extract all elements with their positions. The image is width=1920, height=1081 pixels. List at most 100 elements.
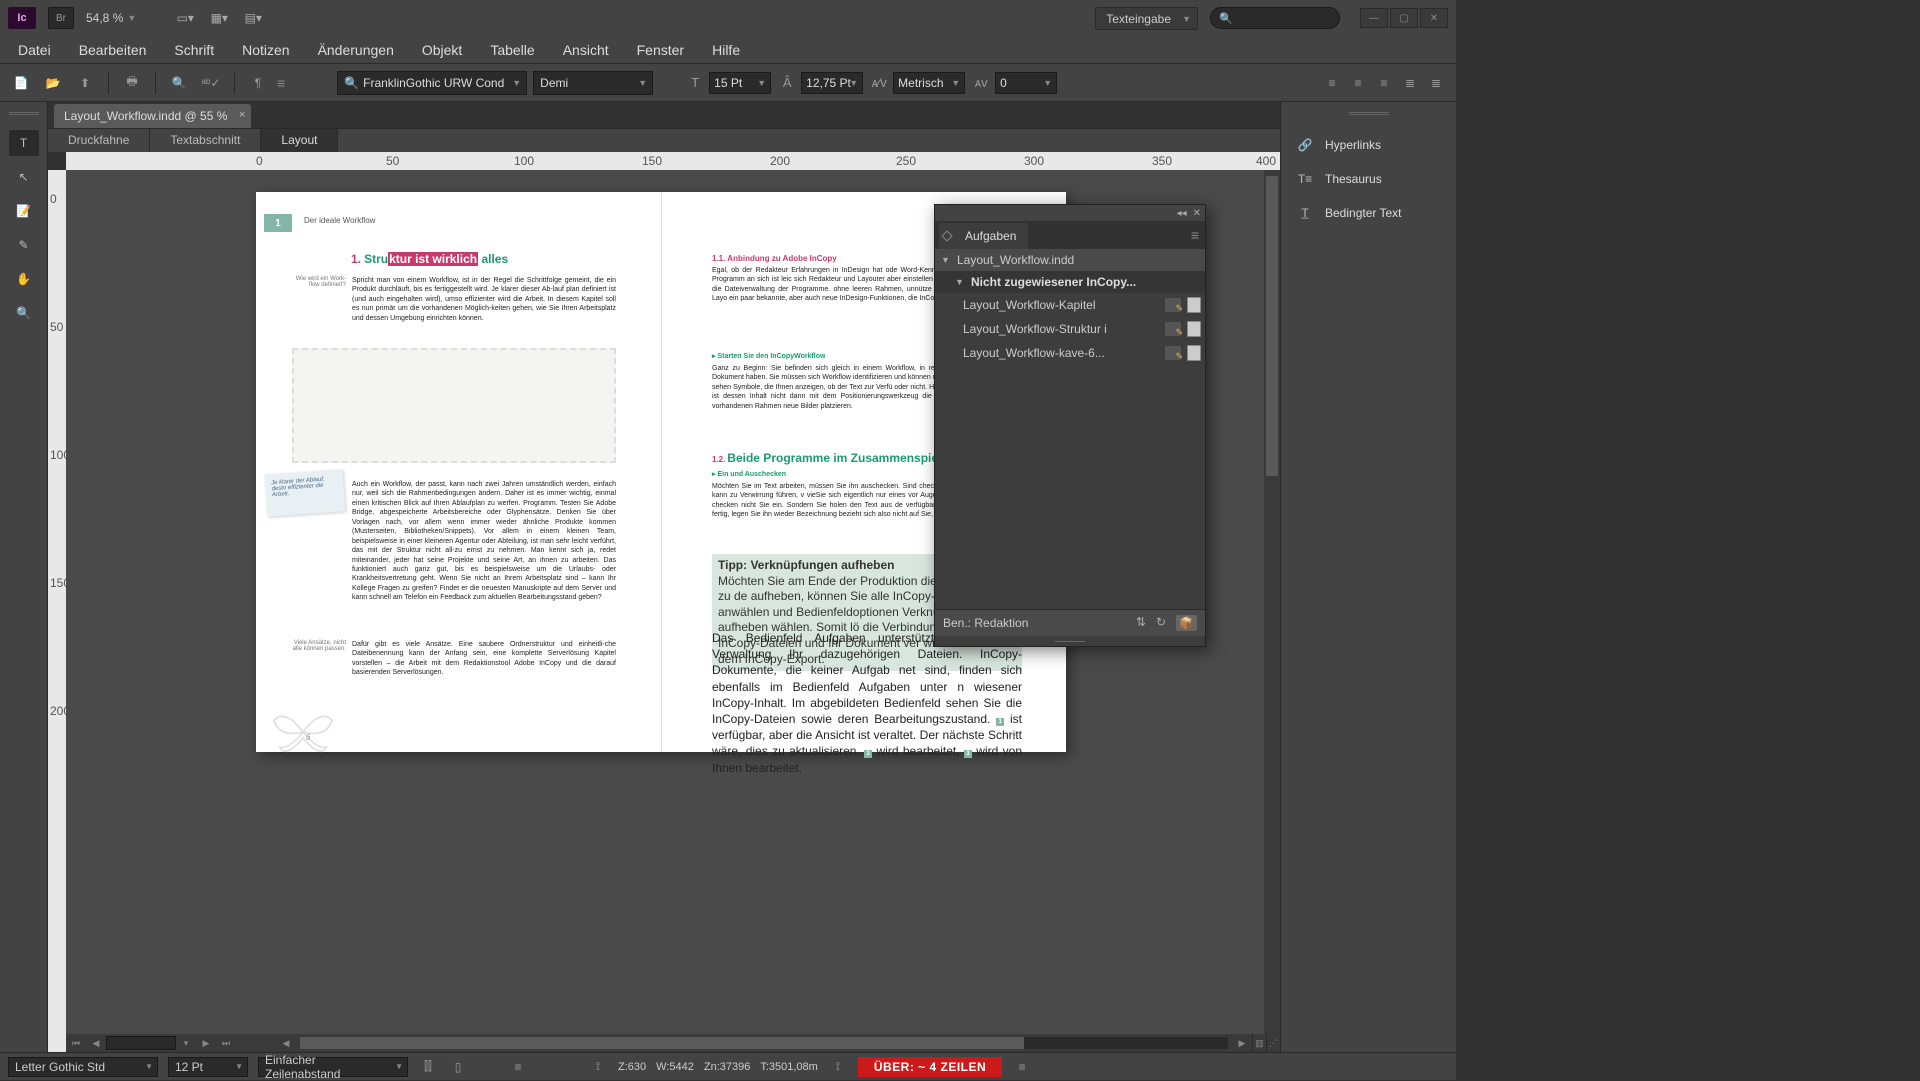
menu-hilfe[interactable]: Hilfe xyxy=(698,38,754,62)
horizontal-scrollbar[interactable] xyxy=(300,1037,1228,1049)
font-family-select[interactable]: 🔍 FranklinGothic URW Cond ▼ xyxy=(337,71,527,95)
menu-tabelle[interactable]: Tabelle xyxy=(476,38,548,62)
menu-notizen[interactable]: Notizen xyxy=(228,38,303,62)
body-p1: Spricht man von einem Workflow, ist in d… xyxy=(352,276,616,323)
last-page-button[interactable]: ⏭ xyxy=(216,1035,236,1051)
stat-t: T:3501,08m xyxy=(760,1061,817,1073)
align-center-button[interactable]: ≡ xyxy=(1346,72,1370,94)
panel-tab-aufgaben[interactable]: Aufgaben xyxy=(939,223,1028,249)
spellcheck-icon[interactable]: ᵃᵇ✓ xyxy=(198,71,224,95)
tree-root[interactable]: ▼ Layout_Workflow.indd xyxy=(935,249,1205,271)
collapse-icon[interactable]: ◂◂ xyxy=(1177,208,1187,219)
menu-bearbeiten[interactable]: Bearbeiten xyxy=(65,38,161,62)
chevron-down-icon: ▼ xyxy=(1182,14,1191,24)
resize-handle[interactable] xyxy=(935,636,1205,646)
assignments-panel[interactable]: ◂◂ ✕ Aufgaben ≡ ▼ Layout_Workflow.indd ▼… xyxy=(934,204,1206,647)
disclosure-icon[interactable]: ▼ xyxy=(955,277,965,287)
butterfly-graphic xyxy=(268,702,338,762)
status-font-select[interactable]: Letter Gothic Std▼ xyxy=(8,1057,158,1077)
align-right-button[interactable]: ≡ xyxy=(1372,72,1396,94)
menu-fenster[interactable]: Fenster xyxy=(623,38,698,62)
horizontal-ruler: 0 50 100 150 200 250 300 350 400 xyxy=(66,152,1280,170)
tracking-input[interactable]: 0▼ xyxy=(995,72,1057,94)
maximize-button[interactable]: ▢ xyxy=(1390,8,1418,28)
position-tool[interactable]: ↖ xyxy=(9,164,39,190)
close-button[interactable]: ✕ xyxy=(1420,8,1448,28)
menu-datei[interactable]: Datei xyxy=(4,38,65,62)
page-input[interactable] xyxy=(106,1036,176,1050)
status-size-select[interactable]: 12 Pt▼ xyxy=(168,1057,248,1077)
menu-aenderungen[interactable]: Änderungen xyxy=(304,38,408,62)
frame-icon[interactable]: ▯ xyxy=(448,1060,468,1074)
status-menu[interactable]: ≡ xyxy=(1012,1060,1032,1074)
scroll-right-button[interactable]: ▶ xyxy=(1232,1035,1252,1051)
scroll-left-button[interactable]: ◀ xyxy=(276,1035,296,1051)
columns-icon[interactable]: ⫿⫿ xyxy=(418,1059,438,1074)
refresh-icon[interactable]: ↻ xyxy=(1156,615,1166,631)
tab-layout[interactable]: Layout xyxy=(261,129,338,152)
depth-icon[interactable]: ⟟ xyxy=(828,1059,848,1074)
leading-input[interactable]: 12,75 Pt▼ xyxy=(801,72,863,94)
align-justify-all-button[interactable]: ≣ xyxy=(1424,72,1448,94)
asset-item[interactable]: Layout_Workflow-kave-6... xyxy=(935,341,1205,365)
minimize-button[interactable]: — xyxy=(1360,8,1388,28)
hand-tool[interactable]: ✋ xyxy=(9,266,39,292)
document-tab[interactable]: Layout_Workflow.indd @ 55 % × xyxy=(54,104,251,128)
align-justify-button[interactable]: ≣ xyxy=(1398,72,1422,94)
menubar: Datei Bearbeiten Schrift Notizen Änderun… xyxy=(0,36,1456,64)
close-icon[interactable]: ✕ xyxy=(1193,208,1201,219)
tab-druckfahne[interactable]: Druckfahne xyxy=(48,129,150,152)
tree-root-label: Layout_Workflow.indd xyxy=(957,253,1074,267)
zoom-select[interactable]: 54,8 % ▼ xyxy=(86,11,136,25)
split-view-button[interactable]: ▥ xyxy=(1252,1034,1266,1052)
tracking-icon: ᴀᴠ xyxy=(971,75,991,90)
lines-icon[interactable]: ≡ xyxy=(508,1060,528,1074)
disclosure-icon[interactable]: ▼ xyxy=(941,255,951,265)
font-style-select[interactable]: Demi ▼ xyxy=(533,71,653,95)
view-options-button[interactable]: ▤▾ xyxy=(242,8,264,28)
close-icon[interactable]: × xyxy=(239,109,245,121)
vertical-scrollbar[interactable] xyxy=(1264,170,1280,1034)
next-page-button[interactable]: ▶ xyxy=(196,1035,216,1051)
control-menu[interactable]: ≡ xyxy=(277,75,285,91)
status-leading-select[interactable]: Einfacher Zeilenabstand▼ xyxy=(258,1057,408,1077)
find-icon[interactable]: 🔍 xyxy=(166,71,192,95)
type-tool[interactable]: T xyxy=(9,130,39,156)
open-icon[interactable]: 📂 xyxy=(40,71,66,95)
bridge-button[interactable]: Br xyxy=(48,7,74,29)
resize-grip[interactable]: ⋰ xyxy=(1266,1034,1280,1052)
fontsize-value: 15 Pt xyxy=(714,76,742,90)
arrange-button[interactable]: ▦▾ xyxy=(208,8,230,28)
status-size: 12 Pt xyxy=(175,1060,203,1074)
eyedropper-tool[interactable]: ✎ xyxy=(9,232,39,258)
screen-mode-button[interactable]: ▭▾ xyxy=(174,8,196,28)
panel-menu[interactable]: ≡ xyxy=(1191,227,1199,243)
update-icon[interactable]: ⇅ xyxy=(1136,615,1146,631)
tab-textabschnitt[interactable]: Textabschnitt xyxy=(150,129,261,152)
prev-page-button[interactable]: ◀ xyxy=(86,1035,106,1051)
align-left-button[interactable]: ≡ xyxy=(1320,72,1344,94)
page-chevron[interactable]: ▾ xyxy=(176,1035,196,1051)
save-icon[interactable]: ⬆ xyxy=(72,71,98,95)
kerning-input[interactable]: Metrisch▼ xyxy=(893,72,965,94)
first-page-button[interactable]: ⏮ xyxy=(66,1035,86,1051)
note-tool[interactable]: 📝 xyxy=(9,198,39,224)
menu-schrift[interactable]: Schrift xyxy=(160,38,228,62)
package-icon[interactable]: 📦 xyxy=(1176,615,1197,631)
panel-conditional-text[interactable]: T̲ Bedingter Text xyxy=(1281,196,1456,230)
asset-item[interactable]: Layout_Workflow-Struktur i xyxy=(935,317,1205,341)
panel-hyperlinks[interactable]: 🔗 Hyperlinks xyxy=(1281,128,1456,162)
new-icon[interactable]: 📄 xyxy=(8,71,34,95)
pilcrow-icon[interactable]: ¶ xyxy=(245,71,271,95)
workspace-select[interactable]: Texteingabe ▼ xyxy=(1095,7,1198,30)
asset-item[interactable]: Layout_Workflow-Kapitel xyxy=(935,293,1205,317)
zoom-tool[interactable]: 🔍 xyxy=(9,300,39,326)
menu-objekt[interactable]: Objekt xyxy=(408,38,476,62)
tree-group[interactable]: ▼ Nicht zugewiesener InCopy... xyxy=(935,271,1205,293)
fontsize-input[interactable]: 15 Pt▼ xyxy=(709,72,771,94)
sticky-note: Je klarer der Ablauf, desto effizienter … xyxy=(265,469,346,516)
menu-ansicht[interactable]: Ansicht xyxy=(549,38,623,62)
panel-thesaurus[interactable]: T≡ Thesaurus xyxy=(1281,162,1456,196)
search-input[interactable] xyxy=(1210,7,1340,29)
print-icon[interactable]: 🖶 xyxy=(119,71,145,95)
